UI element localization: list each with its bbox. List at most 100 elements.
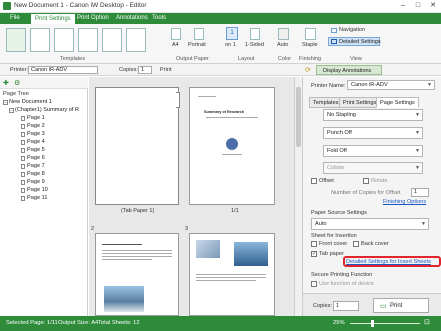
use-function-checkbox[interactable]: Use function of device: [311, 281, 374, 287]
punch-value: Punch Off: [327, 130, 352, 136]
template-icon[interactable]: [78, 28, 98, 52]
orientation-icon[interactable]: [194, 28, 204, 40]
collate-select[interactable]: Collate ▼: [323, 162, 423, 174]
punch-select[interactable]: Punch Off ▼: [323, 127, 423, 139]
offset-checkbox[interactable]: Offset: [311, 178, 334, 184]
copies-input[interactable]: 1: [138, 66, 152, 74]
print-sides-icon[interactable]: [250, 28, 260, 40]
tree-page[interactable]: Page 5: [21, 147, 45, 153]
offset-label: Offset: [319, 178, 334, 184]
stapling-select[interactable]: No Stapling ▼: [323, 109, 423, 121]
text-line: [196, 274, 266, 275]
print-button-panel[interactable]: ▭ Print: [373, 298, 429, 313]
tree-chapter[interactable]: − (Chapter1) Summary of R: [9, 107, 79, 113]
checkbox-box: [363, 178, 369, 184]
photo-image: [104, 286, 144, 312]
print-button[interactable]: Print: [160, 67, 172, 73]
minimize-button[interactable]: –: [396, 0, 410, 12]
photo-image: [234, 242, 268, 266]
tree-page[interactable]: Page 2: [21, 123, 45, 129]
preview-scrollbar[interactable]: [294, 77, 302, 316]
page-thumbnail[interactable]: [95, 233, 179, 316]
tree-page[interactable]: Page 4: [21, 139, 45, 145]
rotate-checkbox[interactable]: Rotate: [363, 178, 387, 184]
staple-icon[interactable]: [305, 28, 316, 40]
fold-value: Fold Off: [327, 148, 347, 154]
tab-templates[interactable]: Templates: [309, 97, 343, 108]
copies-input-panel[interactable]: 1: [333, 301, 359, 311]
add-icon[interactable]: ✚: [3, 79, 9, 87]
close-button[interactable]: ✕: [426, 0, 440, 12]
template-icon[interactable]: [102, 28, 122, 52]
template-icon[interactable]: [30, 28, 50, 52]
page-thumbnail[interactable]: Summary of Research: [189, 87, 275, 205]
collapse-icon[interactable]: −: [9, 107, 14, 113]
tab-print-settings[interactable]: Print Settings: [30, 13, 76, 24]
tab-file[interactable]: File: [6, 13, 24, 24]
paper-size-button[interactable]: A4: [172, 42, 179, 48]
page-heading: Summary of Research: [204, 110, 245, 114]
zoom-slider[interactable]: [350, 323, 420, 324]
display-annotations-label: Display Annotations: [323, 68, 372, 74]
print-sides-button[interactable]: 1-Sided: [245, 42, 264, 48]
text-line: [222, 154, 242, 155]
tab-print-option[interactable]: Print Option: [73, 13, 113, 24]
zoom-slider-thumb[interactable]: [371, 320, 374, 327]
page-icon: [21, 123, 25, 129]
tree-page[interactable]: Page 1: [21, 115, 45, 121]
printer-select[interactable]: Canon iR-ADV: [28, 66, 98, 74]
template-icon[interactable]: [6, 28, 26, 52]
tab-tools[interactable]: Tools: [148, 13, 170, 24]
detailed-settings-icon: [331, 39, 337, 44]
tab-paper-checkbox[interactable]: ✓ Tab paper: [311, 251, 344, 257]
back-cover-checkbox[interactable]: Back cover: [353, 241, 389, 247]
tree-page[interactable]: Page 11: [21, 195, 47, 201]
status-total-sheets: Total Sheets: 12: [98, 320, 140, 326]
fit-page-icon[interactable]: ⊡: [424, 318, 430, 326]
pages-per-sheet-icon[interactable]: 1: [226, 27, 238, 40]
settings-icon[interactable]: ⚙: [14, 79, 20, 87]
orientation-button[interactable]: Portrait: [188, 42, 206, 48]
pages-per-sheet-button[interactable]: on 1: [225, 42, 236, 48]
fold-select[interactable]: Fold Off ▼: [323, 145, 423, 157]
paper-source-value: Auto: [315, 221, 327, 227]
detailed-settings-button[interactable]: Detailed Settings: [328, 37, 381, 46]
group-color: Color: [278, 56, 292, 62]
refresh-icon[interactable]: ⟳: [305, 66, 311, 74]
tree-page[interactable]: Page 8: [21, 171, 45, 177]
checkbox-box: [311, 281, 317, 287]
rotate-label: Rotate: [371, 178, 388, 184]
tree-root-label: New Document 1: [9, 99, 52, 105]
template-icon[interactable]: [54, 28, 74, 52]
tree-root[interactable]: − New Document 1: [3, 99, 52, 105]
tab-print-settings-panel[interactable]: Print Settings: [339, 97, 381, 108]
paper-source-select[interactable]: Auto ▼: [311, 218, 429, 230]
printer-name-select[interactable]: Canon iR-ADV ▼: [347, 80, 435, 90]
tree-page[interactable]: Page 3: [21, 131, 45, 137]
tab-paper-page[interactable]: [95, 87, 180, 205]
maximize-button[interactable]: □: [411, 0, 425, 12]
color-mode-icon[interactable]: [278, 28, 289, 40]
collapse-icon[interactable]: −: [3, 99, 8, 105]
front-cover-checkbox[interactable]: Front cover: [311, 241, 347, 247]
detailed-insert-settings-link[interactable]: Detailed Settings for Insert Sheets: [346, 259, 431, 265]
page-thumbnail[interactable]: [189, 233, 275, 316]
tab-annotations[interactable]: Annotations: [112, 13, 152, 24]
display-annotations-button[interactable]: Display Annotations: [316, 65, 382, 75]
paper-size-icon[interactable]: [171, 28, 181, 40]
check-icon: ✓: [311, 251, 317, 257]
staple-button[interactable]: Staple: [302, 42, 318, 48]
collate-value: Collate: [327, 165, 345, 171]
tree-page[interactable]: Page 10: [21, 187, 48, 193]
tab-page-settings[interactable]: Page Settings: [376, 97, 419, 108]
scroll-thumb[interactable]: [296, 87, 301, 147]
template-icon[interactable]: [126, 28, 146, 52]
tree-page[interactable]: Page 6: [21, 155, 45, 161]
tree-page[interactable]: Page 7: [21, 163, 45, 169]
color-mode-button[interactable]: Auto: [277, 42, 288, 48]
copies-offset-label: Number of Copies for Offset: [331, 190, 401, 196]
text-line: [102, 256, 172, 257]
tree-page[interactable]: Page 9: [21, 179, 45, 185]
copies-offset-input[interactable]: 1: [411, 188, 429, 197]
finishing-options-link[interactable]: Finishing Options: [383, 199, 426, 205]
